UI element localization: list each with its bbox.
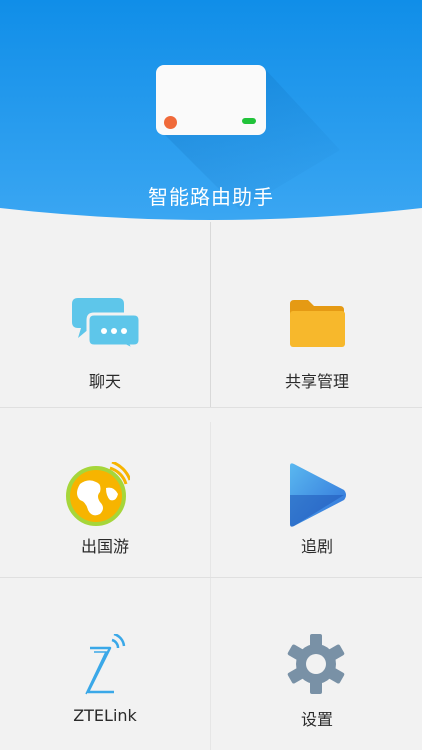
app-header: 智能路由助手 — [0, 0, 422, 222]
menu-item-label: 共享管理 — [284, 372, 349, 391]
menu-item-chat[interactable]: 聊天 — [0, 222, 210, 407]
grid-divider-vertical — [210, 578, 211, 750]
menu-item-settings[interactable]: 设置 — [212, 578, 422, 750]
folder-icon — [290, 300, 345, 347]
globe-icon — [66, 462, 130, 526]
grid-divider-vertical — [210, 422, 211, 577]
menu-item-ztelink[interactable]: ZTELink — [0, 578, 210, 750]
menu-item-label: ZTELink — [73, 706, 137, 725]
menu-item-binge-watch[interactable]: 追剧 — [212, 408, 422, 577]
app-title: 智能路由助手 — [148, 185, 274, 209]
menu-item-label: 聊天 — [88, 372, 121, 391]
router-led-green — [242, 118, 256, 124]
chat-bubbles-icon — [72, 298, 140, 350]
router-led-red — [164, 116, 177, 129]
menu-item-travel-abroad[interactable]: 出国游 — [0, 408, 210, 577]
menu-item-label: 出国游 — [80, 537, 129, 556]
menu-item-label: 追剧 — [300, 537, 333, 556]
gear-icon — [287, 634, 345, 694]
router-illustration — [156, 65, 266, 135]
grid-divider-vertical — [210, 222, 211, 407]
play-icon — [290, 463, 346, 527]
menu-item-share-management[interactable]: 共享管理 — [212, 222, 422, 407]
ztelink-icon — [85, 634, 126, 695]
menu-item-label: 设置 — [300, 710, 333, 729]
feature-grid: 聊天 共享管理 出国游 追剧 ZTELink 设置 — [0, 222, 422, 750]
